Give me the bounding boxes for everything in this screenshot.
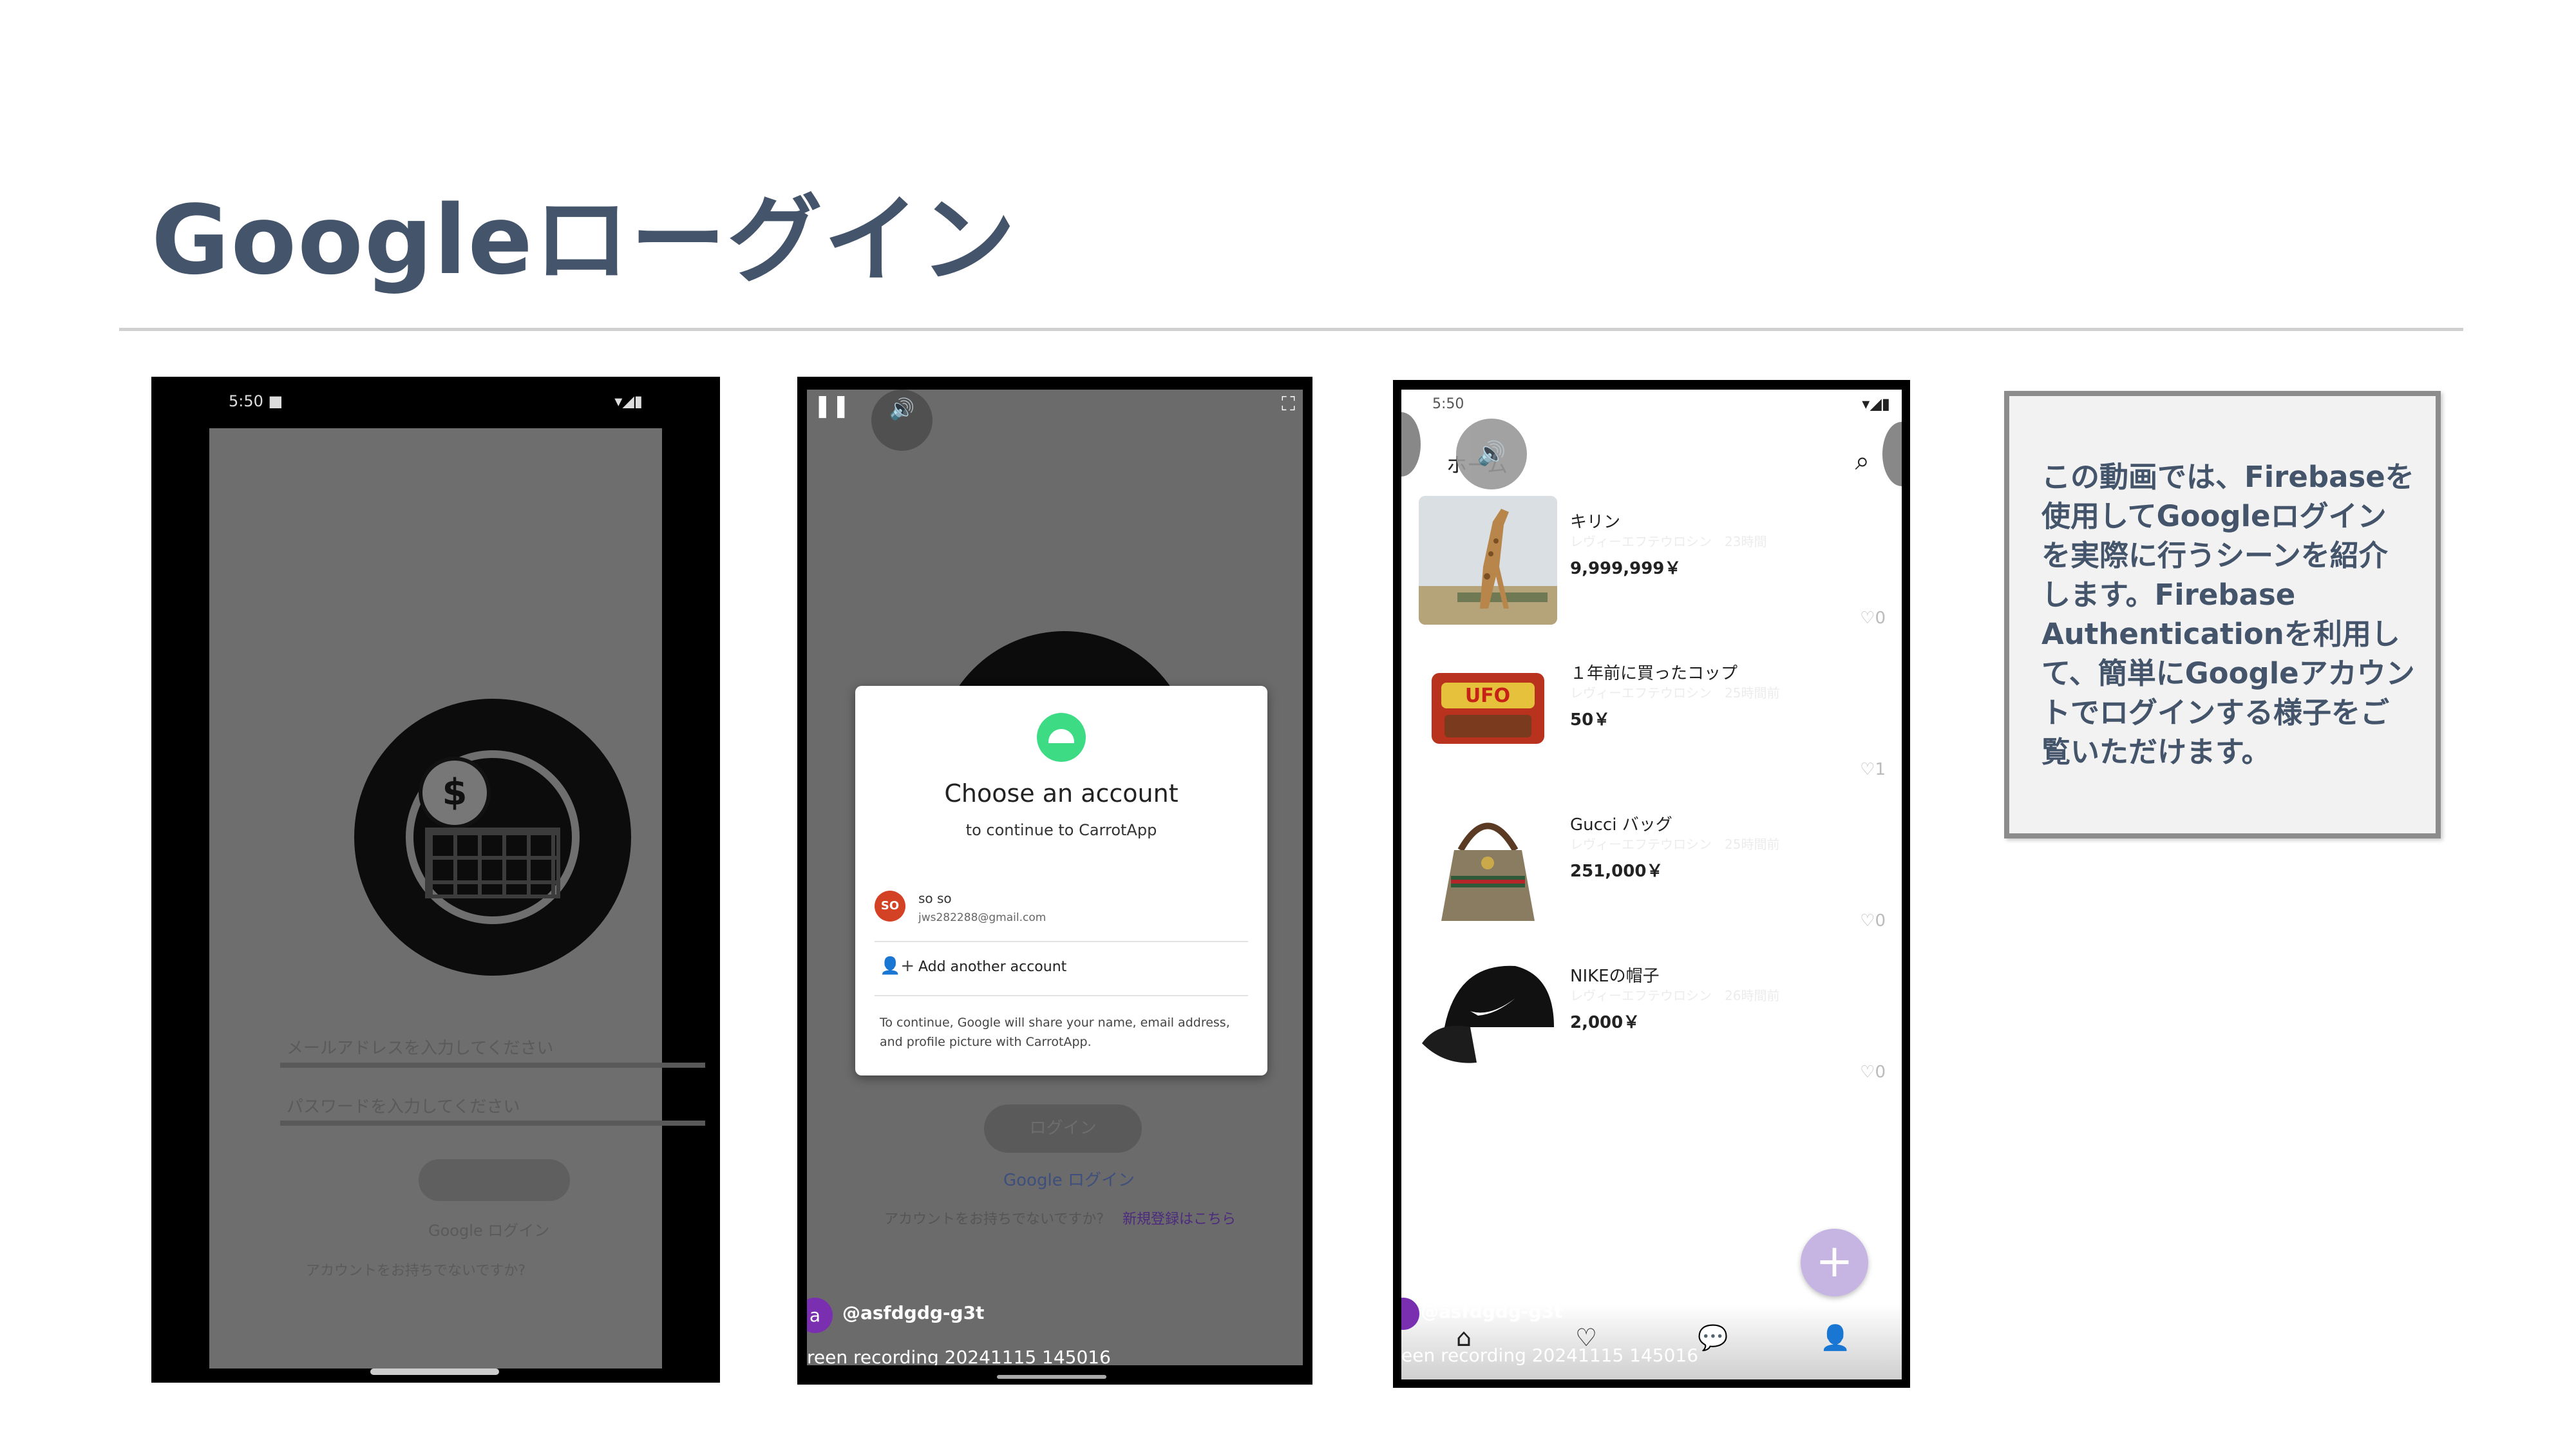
- channel-username[interactable]: @asfdgdg-g3t: [1421, 1301, 1562, 1322]
- list-item[interactable]: NIKEの帽子 レヴィーエフテウロシン 26時間前 2,000￥ ♡0: [1401, 950, 1902, 1092]
- profile-icon[interactable]: 👤: [1820, 1323, 1850, 1352]
- android-icon: [1037, 713, 1086, 762]
- list-item[interactable]: UFO １年前に買ったコップ レヴィーエフテウロシン 25時間前 50￥ ♡1: [1401, 647, 1902, 789]
- title-divider: [119, 328, 2463, 331]
- item-price: 251,000￥: [1570, 862, 1663, 881]
- home-indicator: [997, 1375, 1106, 1379]
- like-count[interactable]: ♡0: [1860, 911, 1886, 931]
- status-icons: ▾◢▮: [1862, 395, 1890, 413]
- phone-account-chooser-screenshot: ❚❚ 🔊 ⛶ Choose an account to continue to …: [797, 377, 1312, 1385]
- item-seller: レヴィーエフテウロシン 25時間前: [1570, 685, 1780, 701]
- account-name: so so: [918, 891, 952, 906]
- search-icon[interactable]: ⌕: [1855, 446, 1870, 476]
- add-item-button[interactable]: +: [1801, 1229, 1868, 1296]
- video-prev-control[interactable]: [1401, 412, 1421, 477]
- channel-avatar[interactable]: a: [807, 1298, 833, 1333]
- google-login-link[interactable]: Google ログイン: [428, 1218, 549, 1240]
- cup-noodle-image: UFO: [1419, 654, 1557, 757]
- home-screen: 5:50 ▾◢▮ ホーム 🔊 ⌕ キリン レヴィーエフテウロシン 23時間 9,…: [1401, 390, 1902, 1379]
- chat-icon[interactable]: 💬: [1698, 1323, 1728, 1352]
- slide-title: Googleローグイン: [151, 185, 1017, 296]
- cap-image: [1419, 950, 1557, 1079]
- item-price: 50￥: [1570, 710, 1611, 730]
- no-account-text: アカウントをお持ちでないですか?: [306, 1263, 526, 1279]
- fullscreen-icon[interactable]: ⛶: [1282, 393, 1295, 415]
- item-price: 9,999,999￥: [1570, 559, 1681, 578]
- like-count[interactable]: ♡0: [1860, 609, 1886, 628]
- video-title: een recording 20241115 145016: [1401, 1345, 1699, 1366]
- status-time: 5:50: [1432, 396, 1464, 412]
- item-name: NIKEの帽子: [1570, 967, 1660, 986]
- list-item[interactable]: Gucci バッグ レヴィーエフテウロシン 25時間前 251,000￥ ♡0: [1401, 799, 1902, 940]
- item-seller: レヴィーエフテウロシン 26時間前: [1570, 988, 1780, 1003]
- item-name: Gucci バッグ: [1570, 815, 1672, 835]
- login-screen: $ メールアドレスを入力してください パスワードを入力してください Google…: [209, 428, 705, 1368]
- dialog-subtitle: to continue to CarrotApp: [965, 821, 1157, 839]
- avatar: SO: [875, 891, 905, 922]
- dialog-title: Choose an account: [944, 779, 1179, 808]
- item-seller: レヴィーエフテウロシン 23時間: [1570, 534, 1767, 549]
- android-head-shape: [1048, 729, 1074, 743]
- description-text: この動画では、Firebaseを使用してGoogleログインを実際に行うシーンを…: [2041, 460, 2415, 769]
- divider: [875, 995, 1248, 996]
- email-field[interactable]: [280, 1063, 705, 1068]
- login-button[interactable]: [419, 1159, 570, 1201]
- video-next-control[interactable]: [1882, 422, 1902, 486]
- item-name: １年前に買ったコップ: [1570, 664, 1738, 683]
- coin-icon: $: [419, 757, 491, 829]
- register-link[interactable]: 新規登録はこちら: [1122, 1208, 1236, 1228]
- account-row[interactable]: SO so so jws282288@gmail.com: [855, 879, 1267, 931]
- volume-icon[interactable]: 🔊: [1456, 419, 1527, 489]
- status-time: 5:50 ■: [229, 392, 283, 410]
- item-seller: レヴィーエフテウロシン 25時間前: [1570, 837, 1780, 852]
- home-indicator: [370, 1368, 499, 1375]
- account-chooser-dialog: Choose an account to continue to CarrotA…: [855, 686, 1267, 1075]
- like-count[interactable]: ♡1: [1860, 760, 1886, 779]
- status-icons: ▾◢▮: [614, 392, 643, 410]
- channel-username[interactable]: @asfdgdg-g3t: [842, 1302, 984, 1323]
- volume-icon[interactable]: 🔊: [871, 390, 933, 451]
- handbag-image: [1419, 799, 1557, 927]
- add-account-row[interactable]: 👤+ Add another account: [855, 947, 1267, 989]
- basket-icon: [425, 828, 560, 898]
- pause-icon[interactable]: ❚❚: [813, 393, 850, 419]
- phone-home-screenshot: 5:50 ▾◢▮ ホーム 🔊 ⌕ キリン レヴィーエフテウロシン 23時間 9,…: [1393, 380, 1910, 1388]
- privacy-notice: To continue, Google will share your name…: [880, 1016, 1230, 1049]
- item-price: 2,000￥: [1570, 1013, 1640, 1032]
- password-field-label: パスワードを入力してください: [287, 1097, 520, 1117]
- list-item[interactable]: キリン レヴィーエフテウロシン 23時間 9,999,999￥ ♡0: [1401, 496, 1902, 638]
- google-login-link[interactable]: Google ログイン: [1003, 1167, 1135, 1191]
- email-field-label: メールアドレスを入力してください: [287, 1039, 554, 1058]
- no-account-text: アカウントをお持ちでないですか?: [884, 1211, 1104, 1227]
- phone-login-screenshot: 5:50 ■ ▾◢▮ $ メールアドレスを入力してください パスワードを入力して…: [151, 377, 720, 1383]
- svg-text:UFO: UFO: [1465, 685, 1510, 707]
- divider: [875, 941, 1248, 942]
- video-title: reen recording 20241115 145016: [807, 1347, 1111, 1365]
- description-box: この動画では、Firebaseを使用してGoogleログインを実際に行うシーンを…: [2004, 391, 2441, 838]
- password-field[interactable]: [280, 1121, 705, 1126]
- like-count[interactable]: ♡0: [1860, 1063, 1886, 1082]
- add-person-icon: 👤+: [880, 956, 915, 976]
- account-email: jws282288@gmail.com: [918, 911, 1046, 924]
- account-chooser-screen: ❚❚ 🔊 ⛶ Choose an account to continue to …: [807, 390, 1303, 1365]
- item-name: キリン: [1570, 513, 1621, 532]
- giraffe-image: [1419, 496, 1557, 625]
- login-button[interactable]: ログイン: [984, 1104, 1142, 1153]
- app-logo: $: [354, 699, 631, 976]
- add-account-label: Add another account: [918, 959, 1067, 975]
